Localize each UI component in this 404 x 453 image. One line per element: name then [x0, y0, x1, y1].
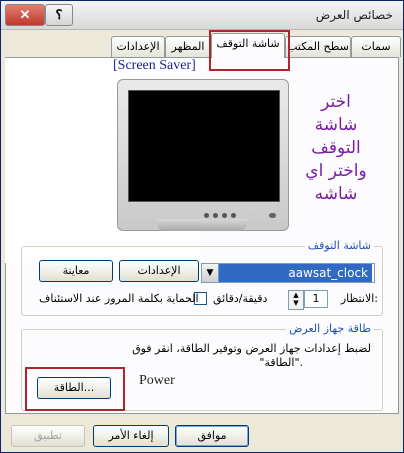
monitor-stand [157, 219, 247, 231]
monitor-button-icon [204, 213, 209, 218]
ok-button[interactable]: موافق [175, 425, 249, 447]
cancel-button[interactable]: إلغاء الأمر [93, 425, 169, 447]
monitor-button-icon [213, 213, 218, 218]
power-highlight-box [25, 367, 125, 411]
close-button[interactable]: ✕ [5, 4, 45, 26]
preview-button[interactable]: معاينة [39, 260, 113, 282]
tab-appearance[interactable]: المظهر [165, 36, 211, 57]
power-description-line1: لضبط إعدادات جهاز العرض وتوفير الطاقة، ا… [132, 342, 371, 355]
help-icon: ؟ [55, 7, 63, 22]
tab-strip: سمات سطح المكتب شاشة التوقف المظهر الإعد… [1, 33, 403, 58]
screen-saver-caption: [Screen Saver] [113, 58, 196, 73]
window-title: خصائص العرض [315, 8, 393, 22]
spin-down-icon[interactable]: ▼ [293, 299, 298, 307]
note-line: شاشه [314, 184, 358, 204]
note-line: التوقف [311, 138, 361, 158]
instruction-note: اختر شاشة التوقف واختر اي شاشه [296, 91, 376, 206]
password-label: الحماية بكلمة المرور عند الاستئناف [39, 292, 199, 305]
screen-saver-select[interactable]: ▼ aawsat_clock [201, 263, 375, 283]
note-line: واختر اي [305, 161, 367, 181]
monitor-power-led-icon [269, 213, 276, 218]
close-icon: ✕ [19, 7, 31, 22]
monitor-power-group-label: طاقة جهاز العرض [286, 322, 374, 335]
apply-button[interactable]: تطبيق [11, 425, 85, 447]
wait-label: الانتظار: [340, 292, 378, 305]
tab-desktop[interactable]: سطح المكتب [285, 36, 351, 57]
tab-themes[interactable]: سمات [351, 36, 401, 57]
power-annotation: Power [139, 373, 175, 388]
note-line: اختر [321, 92, 351, 112]
spin-up-icon[interactable]: ▲ [293, 291, 298, 299]
minutes-label: دقيقة/دقائق [213, 292, 268, 305]
monitor-button-icon [231, 213, 236, 218]
chevron-down-icon[interactable]: ▼ [202, 264, 219, 282]
monitor-screen [128, 90, 280, 202]
note-line: شاشة [314, 115, 358, 135]
tab-settings[interactable]: الإعدادات [111, 36, 165, 57]
help-button[interactable]: ؟ [45, 4, 73, 26]
monitor-button-icon [222, 213, 227, 218]
tab-highlight-box [209, 30, 290, 71]
title-bar[interactable]: ✕ ؟ خصائص العرض [1, 1, 403, 30]
screen-saver-value: aawsat_clock [219, 264, 372, 282]
screen-saver-group-label: شاشة التوقف [304, 239, 374, 252]
wait-minutes-input[interactable]: 1 [304, 290, 328, 308]
display-properties-window: ✕ ؟ خصائص العرض سمات سطح المكتب شاشة الت… [0, 0, 404, 453]
monitor-preview [117, 79, 289, 231]
settings-button[interactable]: الإعدادات [119, 260, 199, 282]
wait-spinner[interactable]: ▲ ▼ [288, 290, 304, 310]
power-description-line2: "الطاقة". [259, 356, 303, 369]
